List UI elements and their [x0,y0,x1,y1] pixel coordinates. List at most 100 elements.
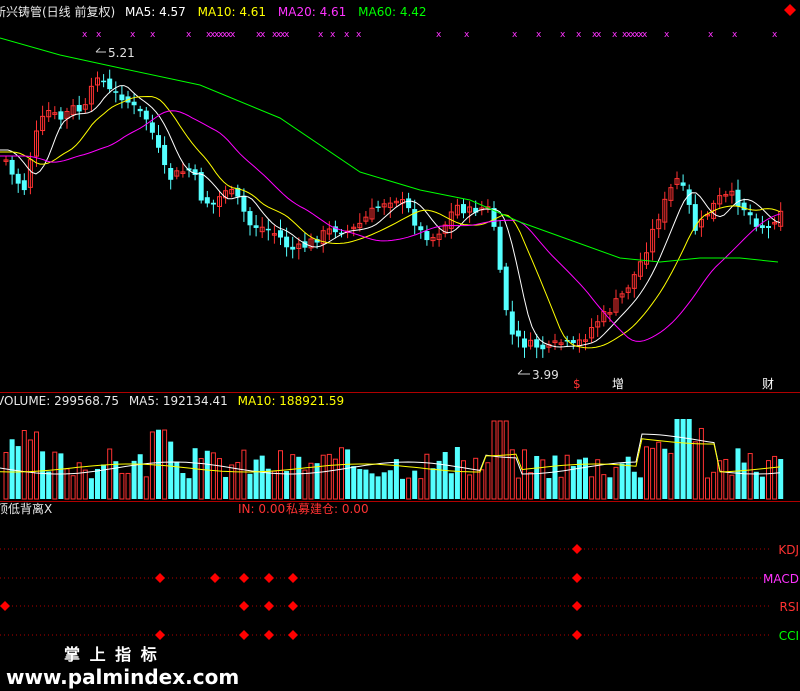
volume-bar-up [473,457,479,500]
indicator-row-label: RSI [780,600,800,614]
volume-bar-down [95,468,100,499]
volume-bar-up [290,454,296,500]
volume-bar-down [375,476,381,499]
volume-bar-down [576,459,582,499]
volume-bar-up [198,458,204,500]
volume-bar-up [52,451,58,500]
signal-diamond [155,630,165,640]
candle-down [278,230,283,238]
volume-bar-up [766,460,771,500]
volume-bar-up [21,429,27,500]
volume-bar-down [351,466,357,499]
volume-bar-down [40,451,46,499]
candle-down [540,344,546,350]
candle-down [534,339,540,348]
signal-diamond [572,601,582,611]
volume-bar-up [479,469,485,500]
candle-down [522,338,527,348]
volume-bar-down [357,469,363,499]
volume-bar-up [497,420,503,500]
signal-x-marker: x [318,30,324,40]
volume-bar-down [680,419,686,499]
signal-x-marker: x [130,30,136,40]
volume-bar-up [564,454,570,500]
watermark-title: 掌 上 指 标 [64,645,159,664]
indicator-row-label: KDJ [778,543,799,557]
signal-x-marker: x [596,30,602,40]
volume-bar-up [424,453,430,500]
diamond-icon[interactable] [784,4,796,16]
candle-down [107,78,113,90]
moving-averages [0,37,781,349]
volume-bar-down [400,478,405,499]
volume-bar-up [644,446,649,500]
price-candles [3,69,784,359]
signal-x-marker: x [356,30,362,40]
signal-x-marker: x [436,30,442,40]
indicator-rows: KDJ MACD RSI CCI [0,543,799,643]
signal-x-marker: x [576,30,582,40]
signal-diamond [288,601,298,611]
volume-value: VOLUME: 299568.75 [0,394,119,408]
volume-bar-up [229,464,235,500]
signal-x-marker: x [732,30,738,40]
volume-bar-down [430,468,436,499]
volume-bar-down [570,466,576,499]
low-price-label: 3.99 [532,368,559,382]
volume-bar-down [741,462,747,499]
volume-bar-up [503,420,509,500]
candle-down [76,104,82,112]
candle-down [210,202,216,205]
candle-down [461,204,466,214]
volume-bar-up [326,453,332,500]
volume-bar-up [308,462,314,500]
volume-bar-down [137,454,143,499]
candle-down [247,211,253,226]
candle-down [509,311,515,335]
volume-bars [3,419,784,500]
volume-bar-up [3,451,9,500]
stock-chart[interactable]: x x x x x xxxxxxx xx xxxx x x x x x x x x x x xx x xxxxxx x x x… [0,0,800,691]
signal-diamond [0,601,10,611]
volume-bar-up [271,470,277,500]
volume-bar-up [528,472,534,500]
candle-down [418,226,424,231]
volume-bar-up [119,472,125,500]
signal-diamond [239,573,249,583]
volume-bar-up [461,460,466,500]
volume-bar-down [314,463,320,499]
candle-down [515,330,521,337]
signal-x-marker: x [642,30,648,40]
volume-bar-up [650,447,656,500]
volume-bar-up [217,458,222,500]
indicator-title: 顶低背离X [0,501,52,516]
low-annotation: 3.99 [517,368,559,382]
volume-bar-up [692,441,698,500]
volume-bar-down [448,473,454,499]
volume-bar-down [363,469,369,499]
finance-marker: 财 [762,377,774,391]
add-issue-marker: 增 [612,377,624,391]
volume-bar-up [705,477,710,500]
signal-x-marker: x [82,30,88,40]
signal-x-marker: x [560,30,566,40]
volume-bar-down [534,455,540,499]
volume-bar-up [723,458,729,500]
signal-diamond [210,573,220,583]
volume-bar-up [235,461,241,500]
candle-down [497,226,503,270]
signal-x-marker: x [150,30,156,40]
volume-bar-down [168,441,174,499]
volume-bar-down [442,452,448,499]
volume-bar-down [631,471,637,499]
volume-bar-up [772,455,778,500]
volume-bar-up [717,460,723,500]
volume-bar-down [674,419,680,499]
volume-bar-down [186,478,192,499]
private-fund-value: 私募建仓: 0.00 [286,502,369,516]
volume-bar-up [210,452,216,500]
candle-down [741,202,747,211]
volume-bar-down [296,456,302,499]
candle-down [131,101,137,106]
volume-bar-down [759,476,765,499]
